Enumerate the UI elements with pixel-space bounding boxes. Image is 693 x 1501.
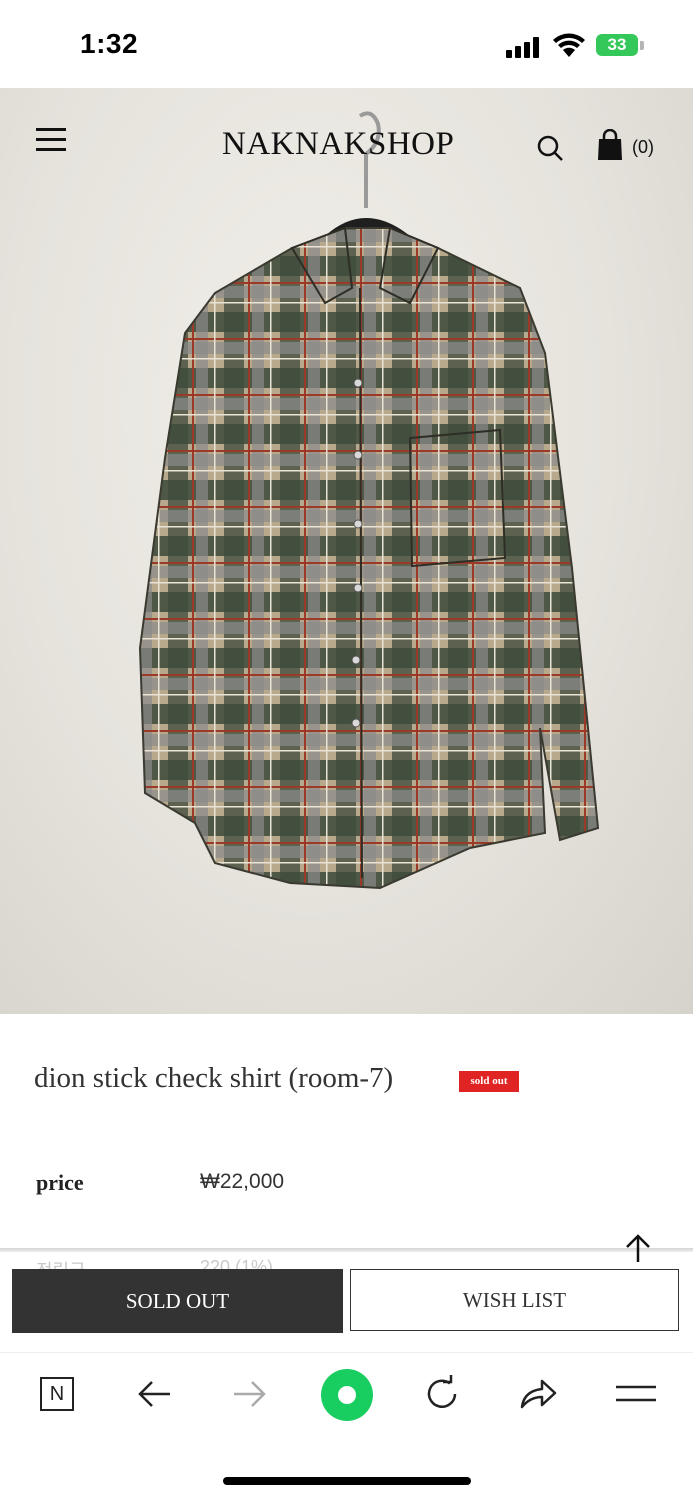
price-value: ₩22,000 xyxy=(200,1170,285,1193)
product-title: dion stick check shirt (room-7) xyxy=(34,1062,394,1094)
battery-icon: 33 xyxy=(596,34,646,58)
sold-out-button[interactable]: SOLD OUT xyxy=(12,1269,343,1333)
shopping-bag-icon[interactable] xyxy=(596,129,624,161)
status-bar: 1:32 33 xyxy=(0,0,693,88)
cellular-signal-icon xyxy=(506,36,542,58)
shop-logo[interactable]: NAKNAKSHOP xyxy=(222,126,454,163)
wish-list-button[interactable]: WISH LIST xyxy=(350,1269,679,1331)
search-icon[interactable] xyxy=(536,134,564,162)
naver-letter: N xyxy=(40,1377,74,1411)
battery-level: 33 xyxy=(596,34,638,56)
sold-out-badge: sold out xyxy=(459,1071,519,1092)
status-time: 1:32 xyxy=(80,28,139,59)
scroll-to-top-icon[interactable] xyxy=(624,1232,652,1264)
reload-icon[interactable] xyxy=(418,1370,466,1418)
shirt-image xyxy=(138,111,600,890)
green-dot-icon[interactable] xyxy=(320,1368,374,1422)
price-label: price xyxy=(36,1170,84,1195)
more-menu-icon[interactable] xyxy=(612,1370,660,1418)
divider xyxy=(0,1248,693,1252)
back-arrow-icon[interactable] xyxy=(130,1370,178,1418)
forward-arrow-icon[interactable] xyxy=(226,1370,274,1418)
share-icon[interactable] xyxy=(514,1370,562,1418)
product-photo[interactable] xyxy=(0,88,693,1014)
home-indicator xyxy=(223,1477,471,1485)
wifi-icon xyxy=(553,33,585,57)
hamburger-menu-icon[interactable] xyxy=(36,128,66,152)
naver-home-icon[interactable]: N xyxy=(33,1370,81,1418)
cart-count[interactable]: (0) xyxy=(632,137,654,158)
